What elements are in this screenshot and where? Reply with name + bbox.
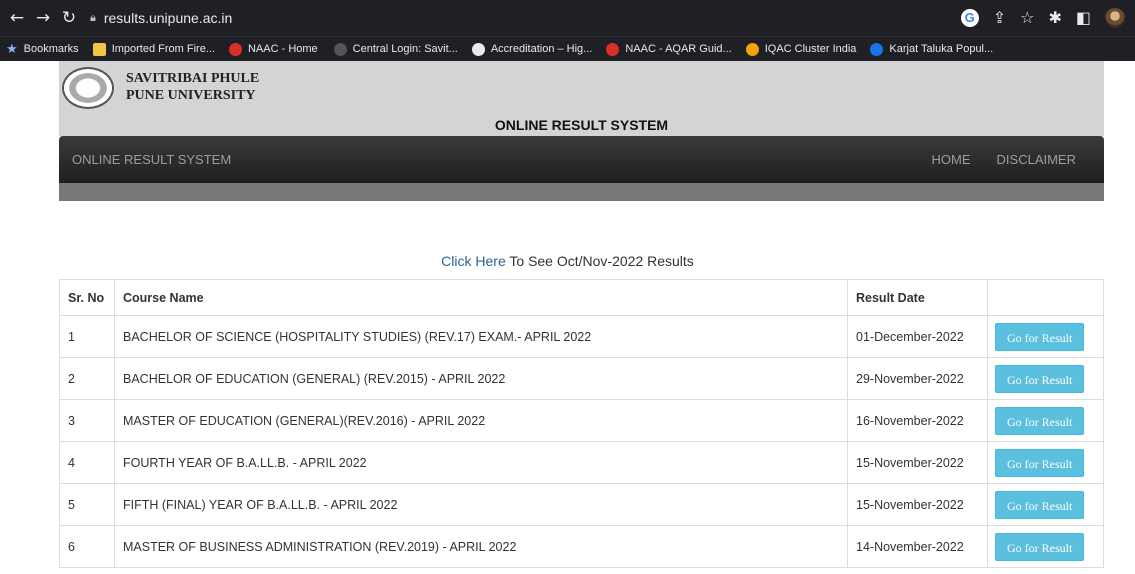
bookmark-label: Accreditation – Hig... <box>490 43 593 55</box>
star-icon[interactable]: ☆ <box>1020 8 1034 28</box>
header-sr-no: Sr. No <box>59 279 115 316</box>
cell-action: Go for Result <box>987 399 1104 442</box>
star-icon: ★ <box>6 41 18 57</box>
bookmark-item[interactable]: Imported From Fire... <box>92 42 215 56</box>
cell-action: Go for Result <box>987 315 1104 358</box>
bookmark-item[interactable]: IQAC Cluster India <box>745 42 857 56</box>
cell-sr-no: 3 <box>59 399 115 442</box>
table-row: 4 FOURTH YEAR OF B.A.LL.B. - APRIL 2022 … <box>59 441 1104 484</box>
bookmark-item[interactable]: NAAC - Home <box>228 42 318 56</box>
forward-icon[interactable]: → <box>32 8 54 28</box>
folder-icon <box>92 42 106 56</box>
go-for-result-button[interactable]: Go for Result <box>995 364 1085 393</box>
google-icon[interactable]: G <box>960 9 979 27</box>
go-for-result-button[interactable]: Go for Result <box>995 490 1085 519</box>
site-header: SAVITRIBAI PHULE PUNE UNIVERSITY ONLINE … <box>59 61 1104 136</box>
header-action <box>987 279 1104 316</box>
go-for-result-button[interactable]: Go for Result <box>995 322 1085 351</box>
bookmark-label: NAAC - AQAR Guid... <box>625 43 732 55</box>
page-title: ONLINE RESULT SYSTEM <box>494 117 669 133</box>
university-name-line1: SAVITRIBAI PHULE <box>126 71 260 86</box>
bookmark-item[interactable]: Karjat Taluka Popul... <box>870 42 994 56</box>
university-name-line2: PUNE UNIVERSITY <box>126 88 256 103</box>
url-text[interactable]: results.unipune.ac.in <box>104 10 232 26</box>
naac-icon <box>228 42 242 56</box>
bookmark-label: NAAC - Home <box>247 43 318 55</box>
go-for-result-button[interactable]: Go for Result <box>995 406 1085 435</box>
bookmark-item[interactable]: Central Login: Savit... <box>333 42 458 56</box>
table-row: 2 BACHELOR OF EDUCATION (GENERAL) (REV.2… <box>59 357 1104 400</box>
cell-action: Go for Result <box>987 357 1104 400</box>
cell-sr-no: 5 <box>59 483 115 526</box>
table-row: 1 BACHELOR OF SCIENCE (HOSPITALITY STUDI… <box>59 315 1104 358</box>
cell-result-date: 15-November-2022 <box>847 441 988 484</box>
university-logo <box>62 67 114 109</box>
cell-sr-no: 2 <box>59 357 115 400</box>
go-for-result-button[interactable]: Go for Result <box>995 448 1085 477</box>
cell-sr-no: 6 <box>59 525 115 568</box>
cell-course-name: MASTER OF EDUCATION (GENERAL)(REV.2016) … <box>114 399 848 442</box>
browser-toolbar: ← → ↻ 🔒︎ results.unipune.ac.in G ⇪ ☆ ✱ ◧ <box>0 0 1135 36</box>
click-here-link[interactable]: Click Here <box>441 253 506 269</box>
bookmarks-bar: ★ Bookmarks Imported From Fire... NAAC -… <box>0 36 1135 61</box>
cell-action: Go for Result <box>987 441 1104 484</box>
cell-result-date: 15-November-2022 <box>847 483 988 526</box>
sidepanel-icon[interactable]: ◧ <box>1076 8 1091 28</box>
header-divider <box>59 183 1104 201</box>
notice-text: To See Oct/Nov-2022 Results <box>505 253 694 269</box>
table-header-row: Sr. No Course Name Result Date <box>59 279 1104 316</box>
cell-action: Go for Result <box>987 483 1104 526</box>
header-result-date: Result Date <box>847 279 988 316</box>
cell-course-name: BACHELOR OF EDUCATION (GENERAL) (REV.201… <box>114 357 848 400</box>
iqac-icon <box>745 42 759 56</box>
bookmark-label: Central Login: Savit... <box>352 43 458 55</box>
nav-home-link[interactable]: HOME <box>932 152 971 167</box>
results-table: Sr. No Course Name Result Date 1 BACHELO… <box>59 279 1104 568</box>
cell-action: Go for Result <box>987 525 1104 568</box>
table-row: 6 MASTER OF BUSINESS ADMINISTRATION (REV… <box>59 525 1104 568</box>
page-content: SAVITRIBAI PHULE PUNE UNIVERSITY ONLINE … <box>0 61 1135 574</box>
cell-course-name: FIFTH (FINAL) YEAR OF B.A.LL.B. - APRIL … <box>114 483 848 526</box>
extensions-icon[interactable]: ✱ <box>1048 8 1061 28</box>
profile-avatar[interactable] <box>1105 8 1125 28</box>
header-course-name: Course Name <box>114 279 848 316</box>
share-icon[interactable]: ⇪ <box>993 8 1006 28</box>
go-for-result-button[interactable]: Go for Result <box>995 532 1085 561</box>
lock-icon: 🔒︎ <box>90 11 96 24</box>
bookmark-item[interactable]: Accreditation – Hig... <box>471 42 593 56</box>
cell-result-date: 01-December-2022 <box>847 315 988 358</box>
bookmark-label: IQAC Cluster India <box>764 43 857 55</box>
nav-disclaimer-link[interactable]: DISCLAIMER <box>997 152 1076 167</box>
cell-course-name: MASTER OF BUSINESS ADMINISTRATION (REV.2… <box>114 525 848 568</box>
bookmark-label: Bookmarks <box>23 43 79 55</box>
cell-result-date: 29-November-2022 <box>847 357 988 400</box>
cell-result-date: 16-November-2022 <box>847 399 988 442</box>
bookmark-label: Imported From Fire... <box>111 43 215 55</box>
cell-course-name: BACHELOR OF SCIENCE (HOSPITALITY STUDIES… <box>114 315 848 358</box>
bookmark-item[interactable]: ★ Bookmarks <box>6 43 79 56</box>
navbar: ONLINE RESULT SYSTEM HOME DISCLAIMER <box>59 136 1104 183</box>
cell-sr-no: 1 <box>59 315 115 358</box>
site-icon <box>333 42 347 56</box>
naac-icon <box>606 42 620 56</box>
cell-result-date: 14-November-2022 <box>847 525 988 568</box>
site-icon <box>870 42 884 56</box>
table-row: 3 MASTER OF EDUCATION (GENERAL)(REV.2016… <box>59 399 1104 442</box>
cell-sr-no: 4 <box>59 441 115 484</box>
bookmark-label: Karjat Taluka Popul... <box>889 43 994 55</box>
reload-icon[interactable]: ↻ <box>58 8 80 28</box>
cell-course-name: FOURTH YEAR OF B.A.LL.B. - APRIL 2022 <box>114 441 848 484</box>
university-name: SAVITRIBAI PHULE PUNE UNIVERSITY <box>126 70 259 104</box>
table-row: 5 FIFTH (FINAL) YEAR OF B.A.LL.B. - APRI… <box>59 483 1104 526</box>
results-notice: Click Here To See Oct/Nov-2022 Results <box>0 253 1135 269</box>
bookmark-item[interactable]: NAAC - AQAR Guid... <box>606 42 732 56</box>
back-icon[interactable]: ← <box>6 8 28 28</box>
globe-icon <box>471 42 485 56</box>
navbar-brand[interactable]: ONLINE RESULT SYSTEM <box>72 152 231 167</box>
